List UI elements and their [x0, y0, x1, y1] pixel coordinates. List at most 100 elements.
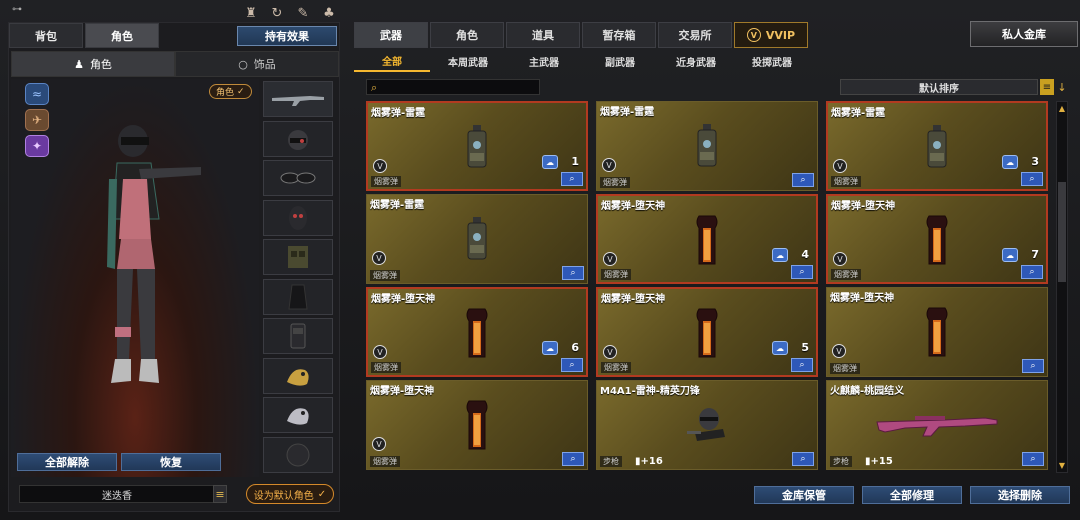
item-card[interactable]: 烟雾弹-堕天神 V 烟雾弹 ☁ 4 ⌕	[596, 194, 818, 284]
sort-direction-icon[interactable]: ↓	[1056, 79, 1068, 95]
search-input[interactable]: ⌕	[366, 79, 540, 95]
item-card[interactable]: 烟雾弹-雷霆 V 烟雾弹 ⌕	[366, 194, 588, 284]
restore-button[interactable]: 恢复	[121, 453, 221, 471]
filter-melee[interactable]: 近身武器	[658, 50, 734, 72]
ranking-icon[interactable]: ♜	[242, 4, 260, 22]
vvip-badge-icon: V	[833, 159, 847, 173]
item-card[interactable]: 烟雾弹-堕天神 V 烟雾弹 ⌕	[366, 380, 588, 470]
item-category: 烟雾弹	[371, 176, 401, 187]
item-image	[827, 304, 1047, 360]
item-title: M4A1-雷神-精英刀锋	[600, 386, 700, 397]
slot-pet-silver[interactable]	[263, 397, 333, 433]
filter-primary[interactable]: 主武器	[506, 50, 582, 72]
item-card[interactable]: 烟雾弹-堕天神 V 烟雾弹 ⌕	[826, 287, 1048, 377]
unequip-all-button[interactable]: 全部解除	[17, 453, 117, 471]
tab-temp-box[interactable]: 暂存箱	[582, 22, 656, 48]
slot-goggles[interactable]	[263, 160, 333, 196]
tab-exchange[interactable]: 交易所	[658, 22, 732, 48]
item-card[interactable]: 烟雾弹-堕天神 V 烟雾弹 ☁ 5 ⌕	[596, 287, 818, 377]
held-effects-button[interactable]: 持有效果	[237, 26, 337, 46]
main-tabs: 武器 角色 道具 暂存箱 交易所 V VVIP	[354, 22, 810, 48]
empty-slot-icon	[286, 443, 310, 466]
golden-beast-icon	[287, 368, 309, 386]
item-category: 烟雾弹	[831, 269, 861, 280]
item-card[interactable]: 烟雾弹-雷霆 V 烟雾弹 ☁ 1 ⌕	[366, 101, 588, 191]
filter-weekly[interactable]: 本周武器	[430, 50, 506, 72]
magnify-icon[interactable]: ⌕	[792, 173, 814, 187]
tab-vvip[interactable]: V VVIP	[734, 22, 808, 48]
slot-vest[interactable]	[263, 239, 333, 275]
sort-select[interactable]: 默认排序	[840, 79, 1038, 95]
character-stage: ≈ ✈ ✦ 角色 ✓	[11, 79, 259, 477]
item-title: 烟雾弹-堕天神	[370, 386, 435, 397]
item-card[interactable]: 烟雾弹-雷霆 V 烟雾弹 ⌕	[596, 101, 818, 191]
magnify-icon[interactable]: ⌕	[1022, 359, 1044, 373]
stack-icon: ☁	[1002, 248, 1018, 262]
upgrade-level: ▮+15	[865, 456, 893, 467]
item-grid: 烟雾弹-雷霆 V 烟雾弹 ☁ 1 ⌕ 烟雾弹-雷霆 V 烟雾弹 ⌕ 烟雾弹-雷霆 V 烟雾弹 ☁ 3 ⌕ 烟雾弹…	[366, 101, 1050, 473]
scroll-down-icon[interactable]: ▼	[1057, 461, 1067, 470]
item-card[interactable]: 烟雾弹-堕天神 V 烟雾弹 ☁ 7 ⌕	[826, 194, 1048, 284]
role-tag: 角色 ✓	[209, 84, 252, 99]
tab-items[interactable]: 道具	[506, 22, 580, 48]
tab-characters[interactable]: 角色	[430, 22, 504, 48]
magnify-icon[interactable]: ⌕	[562, 452, 584, 466]
sort-list-icon[interactable]: ≡	[1040, 79, 1054, 95]
slot-pouch[interactable]	[263, 318, 333, 354]
equipment-slots	[263, 81, 335, 476]
skill-wings-icon[interactable]: ≈	[25, 83, 49, 105]
scroll-up-icon[interactable]: ▲	[1057, 104, 1067, 113]
item-image	[827, 397, 1047, 453]
stack-count: 5	[801, 341, 809, 354]
filter-throwing[interactable]: 投掷武器	[734, 50, 810, 72]
slot-empty[interactable]	[263, 436, 333, 473]
filter-tabs: 全部 本周武器 主武器 副武器 近身武器 投掷武器	[354, 50, 810, 72]
magnify-icon[interactable]: ⌕	[561, 172, 583, 186]
magnify-icon[interactable]: ⌕	[1021, 172, 1043, 186]
filter-all[interactable]: 全部	[354, 50, 430, 72]
scrollbar-thumb[interactable]	[1058, 182, 1066, 282]
slot-rifle[interactable]	[263, 81, 333, 117]
skill-feather-icon[interactable]: ✦	[25, 135, 49, 157]
subtab-character[interactable]: ♟ 角色	[11, 51, 175, 77]
slot-helmet[interactable]	[263, 120, 333, 157]
item-card[interactable]: 火麒麟-桃园结义 步枪 ▮+15 ⌕	[826, 380, 1048, 470]
magnify-icon[interactable]: ⌕	[561, 358, 583, 372]
subtab-accessory[interactable]: ○ 饰品	[175, 51, 339, 77]
slot-body[interactable]	[263, 278, 333, 315]
slot-pet-gold[interactable]	[263, 357, 333, 394]
item-card[interactable]: 烟雾弹-堕天神 V 烟雾弹 ☁ 6 ⌕	[366, 287, 588, 377]
filter-secondary[interactable]: 副武器	[582, 50, 658, 72]
item-title: 烟雾弹-雷霆	[831, 108, 886, 119]
magnify-icon[interactable]: ⌕	[562, 266, 584, 280]
item-category: 烟雾弹	[831, 176, 861, 187]
brush-icon[interactable]: ✎	[294, 4, 312, 22]
bag-icon[interactable]: ♣	[320, 4, 338, 22]
magnify-icon[interactable]: ⌕	[1021, 265, 1043, 279]
magnify-icon[interactable]: ⌕	[791, 358, 813, 372]
list-menu-icon[interactable]: ≡	[213, 485, 227, 503]
vault-store-button[interactable]: 金库保管	[754, 486, 854, 504]
magnify-icon[interactable]: ⌕	[1022, 452, 1044, 466]
slot-mask[interactable]	[263, 199, 333, 236]
set-default-character-button[interactable]: 设为默认角色 ✓	[246, 484, 334, 504]
tab-character[interactable]: 角色	[85, 23, 159, 48]
scrollbar[interactable]: ▲ ▼	[1056, 101, 1068, 473]
stack-icon: ☁	[542, 155, 558, 169]
repair-all-button[interactable]: 全部修理	[862, 486, 962, 504]
item-category: 烟雾弹	[370, 456, 400, 467]
select-delete-button[interactable]: 选择删除	[970, 486, 1070, 504]
skill-eagle-icon[interactable]: ✈	[25, 109, 49, 131]
magnify-icon[interactable]: ⌕	[791, 265, 813, 279]
stack-icon: ☁	[1002, 155, 1018, 169]
tab-backpack[interactable]: 背包	[9, 23, 83, 48]
magnify-icon[interactable]: ⌕	[792, 452, 814, 466]
item-category: 烟雾弹	[601, 362, 631, 373]
item-category: 烟雾弹	[370, 270, 400, 281]
private-vault-button[interactable]: 私人金库	[970, 21, 1078, 47]
refresh-icon[interactable]: ↻	[268, 4, 286, 22]
tab-weapons[interactable]: 武器	[354, 22, 428, 48]
item-card[interactable]: M4A1-雷神-精英刀锋 步枪 ▮+16 ⌕	[596, 380, 818, 470]
item-card[interactable]: 烟雾弹-雷霆 V 烟雾弹 ☁ 3 ⌕	[826, 101, 1048, 191]
character-name-field[interactable]: 迷迭香	[19, 485, 215, 503]
